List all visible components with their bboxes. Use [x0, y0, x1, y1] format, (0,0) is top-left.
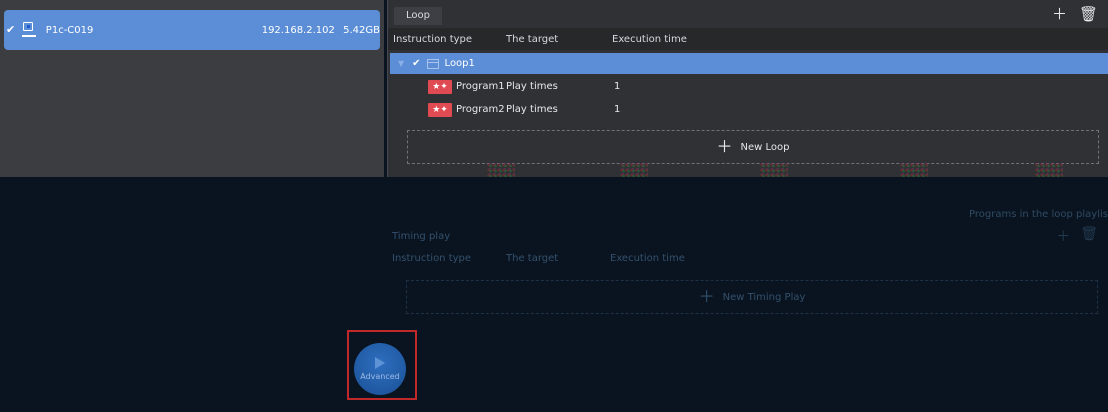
new-timing-label: New Timing Play	[722, 291, 806, 303]
render-artifact	[900, 163, 928, 177]
device-storage: 5.42GB	[343, 24, 380, 36]
new-loop-label: New Loop	[740, 141, 790, 153]
device-ip: 192.168.2.102	[261, 24, 335, 36]
trash-icon[interactable]: 🗑	[1080, 226, 1098, 246]
program-star-icon: ★✦	[428, 79, 452, 94]
column-instruction-type: Instruction type	[393, 33, 473, 45]
column-execution-time: Execution time	[612, 33, 687, 45]
column-target: The target	[506, 33, 559, 45]
program-star-icon: ★✦	[428, 102, 452, 117]
loop-row[interactable]: ▼ ✔ Loop1	[390, 53, 1108, 74]
program-name: Program2	[456, 104, 505, 115]
loop-table-header: Instruction type The target Execution ti…	[388, 28, 1108, 50]
add-icon[interactable]: ＋	[1052, 6, 1067, 22]
loop-pane: Loop ＋ 🗑 Instruction type The target Exe…	[387, 0, 1108, 177]
plus-icon: ＋	[698, 287, 715, 306]
new-timing-play-button[interactable]: ＋ New Timing Play	[406, 280, 1098, 314]
device-list-pane: ✔ P1c-C019 192.168.2.102 5.42GB	[0, 0, 384, 177]
programs-note: Programs in the loop playlis	[969, 209, 1108, 220]
column-execution-time: Execution time	[610, 253, 685, 264]
program-name: Program1	[456, 81, 505, 92]
render-artifact	[487, 163, 515, 177]
loop-name: Loop1	[444, 58, 475, 69]
device-name: P1c-C019	[45, 24, 94, 36]
loop-toolbar: ＋ 🗑	[1052, 6, 1098, 22]
render-artifact	[1035, 163, 1063, 177]
timing-play-title: Timing play	[392, 231, 451, 242]
advanced-label: Advanced	[360, 372, 400, 381]
check-icon[interactable]: ✔	[6, 24, 18, 36]
device-icon	[21, 22, 36, 38]
tab-loop[interactable]: Loop	[394, 7, 442, 25]
timing-toolbar: ＋ 🗑	[1056, 226, 1098, 246]
cursor-arrow-icon	[375, 357, 385, 369]
program-exec: 1	[614, 81, 621, 92]
program-row[interactable]: ★✦ Program1 Play times 1	[388, 76, 1108, 97]
column-target: The target	[506, 253, 559, 264]
column-instruction-type: Instruction type	[392, 253, 472, 264]
calendar-icon	[426, 58, 439, 69]
check-icon[interactable]: ✔	[412, 58, 420, 69]
plus-icon: ＋	[716, 137, 733, 156]
add-icon[interactable]: ＋	[1056, 226, 1070, 246]
render-artifact	[760, 163, 788, 177]
advanced-button[interactable]: Advanced	[354, 343, 406, 395]
program-target: Play times	[506, 104, 558, 115]
trash-icon[interactable]: 🗑	[1079, 6, 1098, 22]
render-artifact	[620, 163, 648, 177]
program-exec: 1	[614, 104, 621, 115]
new-loop-button[interactable]: ＋ New Loop	[407, 130, 1099, 164]
program-row[interactable]: ★✦ Program2 Play times 1	[388, 99, 1108, 120]
device-row[interactable]: ✔ P1c-C019 192.168.2.102 5.42GB	[4, 10, 380, 50]
program-target: Play times	[506, 81, 558, 92]
timing-table-header: Instruction type The target Execution ti…	[392, 253, 1092, 267]
chevron-down-icon[interactable]: ▼	[398, 59, 404, 68]
